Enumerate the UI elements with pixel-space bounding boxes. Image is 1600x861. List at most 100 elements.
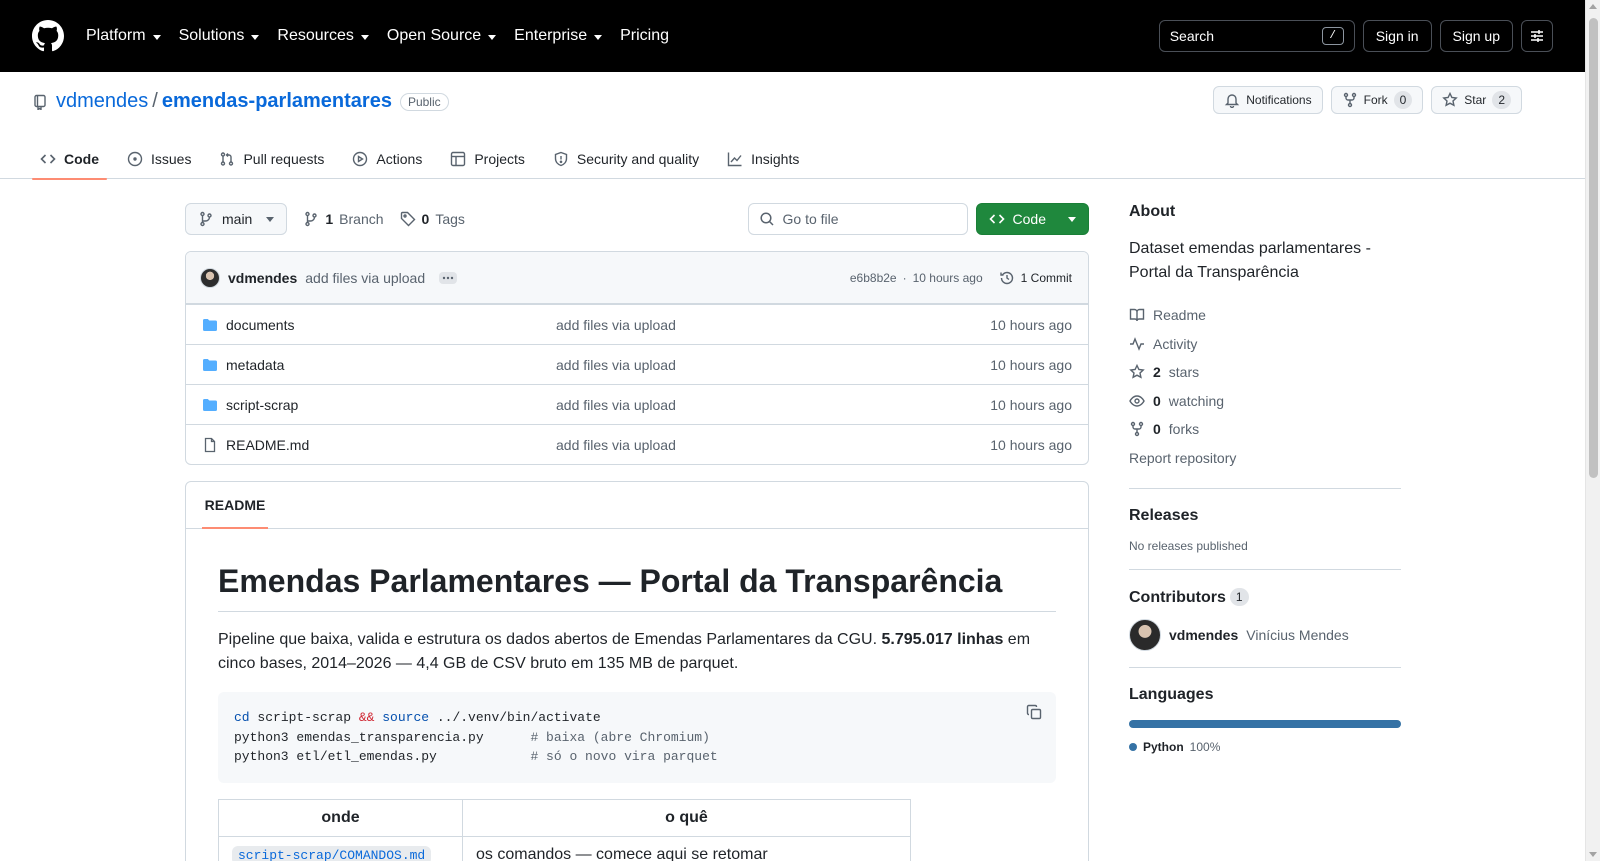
commit-sha[interactable]: e6b8b2e xyxy=(850,271,897,285)
repo-owner-link[interactable]: vdmendes xyxy=(56,90,148,113)
nav-solutions[interactable]: Solutions xyxy=(179,27,260,45)
scroll-up-arrow-icon[interactable] xyxy=(1589,4,1597,9)
page-scrollbar[interactable] xyxy=(1585,0,1600,861)
forks-word: forks xyxy=(1168,421,1200,438)
language-legend[interactable]: Python 100% xyxy=(1129,740,1401,754)
scrollbar-thumb[interactable] xyxy=(1589,18,1598,478)
pulse-icon xyxy=(1130,336,1144,351)
search-shortcut-key: / xyxy=(1321,27,1344,45)
code-dropdown-button[interactable]: Code xyxy=(975,203,1089,235)
scroll-down-arrow-icon[interactable] xyxy=(1589,852,1597,857)
global-header: Platform Solutions Resources Open Source… xyxy=(0,0,1585,72)
nav-label: Pricing xyxy=(620,27,669,44)
report-repository-link[interactable]: Report repository xyxy=(1129,444,1401,473)
commit-author[interactable]: vdmendes xyxy=(228,270,297,286)
contributors-section: Contributors 1 vdmendes Vinícius Mendes xyxy=(1129,569,1401,651)
tab-insights[interactable]: Insights xyxy=(719,138,807,179)
file-browser: vdmendes add files via upload e6b8b2e · … xyxy=(185,251,1089,465)
code-line: python3 etl/etl_emendas.py # só o novo v… xyxy=(234,749,718,764)
nav-platform[interactable]: Platform xyxy=(86,27,161,45)
copy-icon[interactable] xyxy=(1026,704,1042,727)
eye-icon xyxy=(1129,395,1145,407)
file-row[interactable]: metadata add files via upload 10 hours a… xyxy=(186,344,1088,384)
activity-link[interactable]: Activity xyxy=(1129,330,1401,359)
nav-pricing[interactable]: Pricing xyxy=(620,27,669,45)
file-commit-message[interactable]: add files via upload xyxy=(556,357,990,373)
contributors-heading: Contributors 1 xyxy=(1129,588,1401,607)
languages-section: Languages Python 100% xyxy=(1129,667,1401,754)
stars-link[interactable]: 2 stars xyxy=(1129,358,1401,387)
settings-menu-button[interactable] xyxy=(1521,20,1553,52)
notifications-button[interactable]: Notifications xyxy=(1213,86,1323,114)
chevron-down-icon xyxy=(251,34,260,40)
table-code[interactable]: script-scrap/COMANDOS.md xyxy=(232,845,432,861)
fork-button[interactable]: Fork 0 xyxy=(1330,86,1424,114)
branch-name: main xyxy=(222,211,253,227)
go-to-file-input[interactable]: Go to file xyxy=(747,203,968,235)
forks-link[interactable]: 0 forks xyxy=(1129,415,1401,444)
pull-request-icon xyxy=(221,151,234,166)
file-row[interactable]: documents add files via upload 10 hours … xyxy=(186,304,1088,344)
github-logo-icon[interactable] xyxy=(32,20,64,52)
file-commit-message[interactable]: add files via upload xyxy=(556,437,990,453)
file-row[interactable]: script-scrap add files via upload 10 hou… xyxy=(186,384,1088,424)
readme-intro: Pipeline que baixa, valida e estrutura o… xyxy=(218,628,1056,676)
branch-icon xyxy=(200,211,212,227)
commit-count-label: 1 Commit xyxy=(1020,270,1072,285)
nav-label: Platform xyxy=(86,27,146,44)
tab-pull-requests[interactable]: Pull requests xyxy=(211,138,332,179)
tab-code[interactable]: Code xyxy=(32,138,107,180)
sign-up-button[interactable]: Sign up xyxy=(1439,20,1513,52)
file-name[interactable]: documents xyxy=(226,317,294,333)
nav-enterprise[interactable]: Enterprise xyxy=(514,27,603,45)
repo-name-link[interactable]: emendas-parlamentares xyxy=(162,90,392,113)
tags-link[interactable]: 0 Tags xyxy=(400,211,465,227)
branch-selector[interactable]: main xyxy=(185,203,288,235)
chevron-down-icon xyxy=(1068,216,1076,222)
folder-icon xyxy=(203,318,217,331)
file-name[interactable]: script-scrap xyxy=(226,397,298,413)
go-to-file-placeholder: Go to file xyxy=(782,211,839,227)
nav-resources[interactable]: Resources xyxy=(277,27,369,45)
tab-projects[interactable]: Projects xyxy=(442,138,533,179)
tab-security[interactable]: Security and quality xyxy=(545,138,707,179)
releases-title[interactable]: Releases xyxy=(1129,507,1401,525)
tab-readme[interactable]: README xyxy=(202,482,268,529)
tab-issues[interactable]: Issues xyxy=(119,138,199,179)
search-button[interactable]: Search / xyxy=(1158,20,1355,52)
repo-tabs: Code Issues Pull requests Actions Projec… xyxy=(32,138,819,180)
branch-word: Branch xyxy=(339,211,384,227)
folder-icon xyxy=(203,358,217,371)
play-icon xyxy=(353,151,368,166)
commits-link[interactable]: 1 Commit xyxy=(999,270,1072,286)
sign-in-button[interactable]: Sign in xyxy=(1362,20,1432,52)
file-commit-message[interactable]: add files via upload xyxy=(556,397,990,413)
file-name[interactable]: metadata xyxy=(226,357,284,373)
file-name[interactable]: README.md xyxy=(226,437,309,453)
code-icon xyxy=(40,153,56,164)
file-row[interactable]: README.md add files via upload 10 hours … xyxy=(186,424,1088,464)
tag-word: Tags xyxy=(435,211,465,227)
branches-link[interactable]: 1 Branch xyxy=(303,211,384,227)
readme-title: Emendas Parlamentares — Portal da Transp… xyxy=(218,561,1056,612)
file-commit-message[interactable]: add files via upload xyxy=(556,317,990,333)
nav-label: Enterprise xyxy=(514,27,588,44)
tab-label: Issues xyxy=(151,150,192,167)
intro-text-a: Pipeline que baixa, valida e estrutura o… xyxy=(218,631,882,648)
contributors-title[interactable]: Contributors xyxy=(1129,589,1226,606)
ellipsis-icon[interactable] xyxy=(439,271,458,284)
avatar[interactable] xyxy=(1129,619,1161,651)
star-button[interactable]: Star 2 xyxy=(1431,86,1522,114)
tab-actions[interactable]: Actions xyxy=(344,138,430,179)
watching-link[interactable]: 0 watching xyxy=(1129,387,1401,416)
file-time: 10 hours ago xyxy=(990,396,1072,413)
readme-link[interactable]: Readme xyxy=(1129,301,1401,330)
nav-open-source[interactable]: Open Source xyxy=(387,27,497,45)
releases-section: Releases No releases published xyxy=(1129,488,1401,553)
contributor-item[interactable]: vdmendes Vinícius Mendes xyxy=(1129,619,1401,651)
contributor-login[interactable]: vdmendes xyxy=(1169,627,1238,643)
avatar[interactable] xyxy=(200,267,220,288)
commit-message[interactable]: add files via upload xyxy=(305,270,425,286)
forks-count: 0 xyxy=(1153,421,1161,438)
chevron-down-icon xyxy=(266,216,275,222)
